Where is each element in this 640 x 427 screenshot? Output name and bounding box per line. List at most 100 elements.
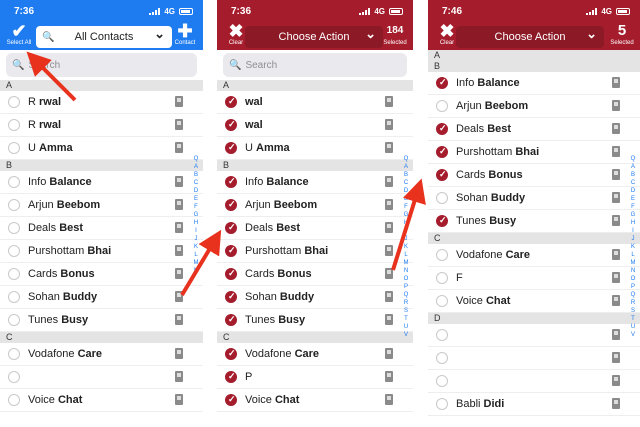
- checkbox[interactable]: [225, 394, 237, 406]
- index-letter[interactable]: T: [628, 315, 638, 323]
- index-letter[interactable]: A: [401, 163, 411, 171]
- index-letter[interactable]: F: [628, 203, 638, 211]
- index-letter[interactable]: G: [191, 211, 201, 219]
- index-letter[interactable]: U: [628, 323, 638, 331]
- index-letter[interactable]: U: [401, 323, 411, 331]
- checkbox[interactable]: [436, 146, 448, 158]
- index-letter[interactable]: M: [191, 259, 201, 267]
- checkbox[interactable]: [436, 215, 448, 227]
- checkbox[interactable]: [225, 291, 237, 303]
- contact-row[interactable]: R rwal: [0, 91, 203, 114]
- contact-row[interactable]: Deals Best: [428, 118, 640, 141]
- index-letter[interactable]: J: [191, 235, 201, 243]
- contact-row[interactable]: Voice Chat: [217, 389, 413, 412]
- checkbox[interactable]: [436, 295, 448, 307]
- index-letter[interactable]: I: [401, 227, 411, 235]
- index-letter[interactable]: T: [401, 315, 411, 323]
- index-letter[interactable]: M: [401, 259, 411, 267]
- index-letter[interactable]: O: [628, 275, 638, 283]
- alphabet-index[interactable]: QABCDEFGHIJKLMN: [191, 155, 201, 275]
- checkbox[interactable]: [225, 348, 237, 360]
- choose-action-dropdown[interactable]: Choose Action ⌄: [245, 26, 383, 48]
- contact-row[interactable]: Purshottam Bhai: [0, 240, 203, 263]
- group-picker[interactable]: 🔍 All Contacts ⌄: [36, 26, 172, 48]
- checkbox[interactable]: [8, 314, 20, 326]
- checkbox[interactable]: [8, 199, 20, 211]
- index-letter[interactable]: N: [628, 267, 638, 275]
- index-letter[interactable]: L: [401, 251, 411, 259]
- checkbox[interactable]: [436, 123, 448, 135]
- index-letter[interactable]: N: [191, 267, 201, 275]
- index-letter[interactable]: D: [191, 187, 201, 195]
- search-input[interactable]: 🔍 Search: [6, 53, 197, 77]
- checkbox[interactable]: [225, 371, 237, 383]
- contact-row[interactable]: P: [217, 366, 413, 389]
- index-letter[interactable]: L: [628, 251, 638, 259]
- index-letter[interactable]: F: [401, 203, 411, 211]
- index-letter[interactable]: K: [401, 243, 411, 251]
- alphabet-index[interactable]: QABCDEFGHIJKLMNOPQRSTUV: [628, 155, 638, 339]
- index-letter[interactable]: A: [628, 163, 638, 171]
- index-letter[interactable]: M: [628, 259, 638, 267]
- checkbox[interactable]: [436, 375, 448, 387]
- checkbox[interactable]: [8, 291, 20, 303]
- index-letter[interactable]: P: [401, 283, 411, 291]
- checkbox[interactable]: [436, 249, 448, 261]
- index-letter[interactable]: Q: [401, 291, 411, 299]
- contact-row[interactable]: Cards Bonus: [428, 164, 640, 187]
- index-letter[interactable]: Q: [628, 291, 638, 299]
- index-letter[interactable]: H: [628, 219, 638, 227]
- checkbox[interactable]: [436, 329, 448, 341]
- index-letter[interactable]: S: [401, 307, 411, 315]
- contact-row[interactable]: Vodafone Care: [428, 244, 640, 267]
- index-letter[interactable]: V: [628, 331, 638, 339]
- contact-row[interactable]: Vodafone Care: [217, 343, 413, 366]
- contact-row[interactable]: Info Balance: [428, 72, 640, 95]
- checkbox[interactable]: [436, 77, 448, 89]
- contact-row[interactable]: [0, 366, 203, 389]
- index-letter[interactable]: E: [401, 195, 411, 203]
- contact-row[interactable]: Tunes Busy: [0, 309, 203, 332]
- index-letter[interactable]: K: [191, 243, 201, 251]
- checkbox[interactable]: [225, 268, 237, 280]
- index-letter[interactable]: P: [628, 283, 638, 291]
- checkbox[interactable]: [8, 268, 20, 280]
- contact-row[interactable]: U Amma: [217, 137, 413, 160]
- checkbox[interactable]: [436, 398, 448, 410]
- index-letter[interactable]: J: [401, 235, 411, 243]
- index-letter[interactable]: D: [401, 187, 411, 195]
- index-letter[interactable]: E: [191, 195, 201, 203]
- contact-row[interactable]: Purshottam Bhai: [428, 141, 640, 164]
- checkbox[interactable]: [225, 119, 237, 131]
- choose-action-dropdown[interactable]: Choose Action ⌄: [456, 26, 604, 48]
- contact-row[interactable]: Tunes Busy: [428, 210, 640, 233]
- contact-row[interactable]: Sohan Buddy: [0, 286, 203, 309]
- index-letter[interactable]: G: [628, 211, 638, 219]
- index-letter[interactable]: Q: [401, 155, 411, 163]
- checkbox[interactable]: [8, 371, 20, 383]
- checkbox[interactable]: [436, 192, 448, 204]
- index-letter[interactable]: I: [191, 227, 201, 235]
- search-input[interactable]: 🔍 Search: [223, 53, 407, 77]
- index-letter[interactable]: G: [401, 211, 411, 219]
- contact-row[interactable]: [428, 370, 640, 393]
- checkbox[interactable]: [8, 245, 20, 257]
- checkbox[interactable]: [225, 176, 237, 188]
- contact-row[interactable]: Info Balance: [217, 171, 413, 194]
- index-letter[interactable]: I: [628, 227, 638, 235]
- index-letter[interactable]: B: [401, 171, 411, 179]
- contact-row[interactable]: Vodafone Care: [0, 343, 203, 366]
- checkbox[interactable]: [436, 100, 448, 112]
- checkbox[interactable]: [8, 348, 20, 360]
- index-letter[interactable]: F: [191, 203, 201, 211]
- alphabet-index[interactable]: QABCDEFGHIJKLMNOPQRSTUV: [401, 155, 411, 339]
- checkbox[interactable]: [225, 199, 237, 211]
- contact-row[interactable]: wal: [217, 114, 413, 137]
- index-letter[interactable]: Q: [191, 155, 201, 163]
- checkbox[interactable]: [225, 96, 237, 108]
- contact-row[interactable]: Arjun Beebom: [217, 194, 413, 217]
- contact-row[interactable]: R rwal: [0, 114, 203, 137]
- contact-row[interactable]: F: [428, 267, 640, 290]
- checkbox[interactable]: [8, 176, 20, 188]
- index-letter[interactable]: R: [628, 299, 638, 307]
